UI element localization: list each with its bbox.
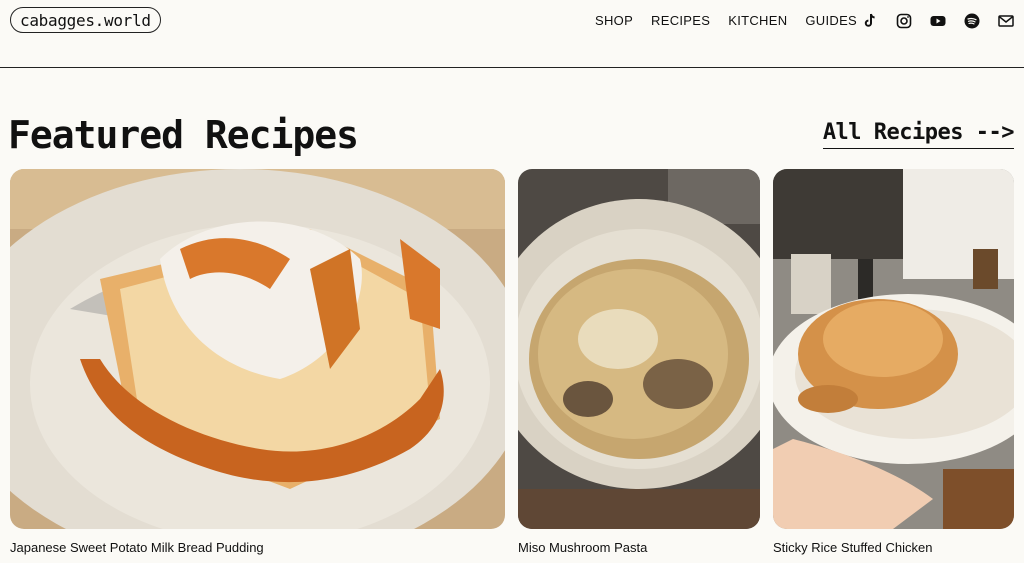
recipe-title[interactable]: Miso Mushroom Pasta bbox=[518, 540, 647, 555]
nav-kitchen[interactable]: KITCHEN bbox=[728, 13, 787, 28]
spotify-icon[interactable] bbox=[962, 12, 982, 30]
recipe-card[interactable]: Miso Mushroom Pasta bbox=[518, 169, 760, 555]
recipe-card[interactable]: Japanese Sweet Potato Milk Bread Pudding bbox=[10, 169, 505, 555]
nav-shop[interactable]: SHOP bbox=[595, 13, 633, 28]
mail-icon[interactable] bbox=[996, 12, 1016, 30]
all-recipes-link[interactable]: All Recipes --> bbox=[822, 118, 1015, 149]
recipe-title[interactable]: Sticky Rice Stuffed Chicken bbox=[773, 540, 932, 555]
nav-guides[interactable]: GUIDES bbox=[805, 13, 857, 28]
recipe-card[interactable]: Sticky Rice Stuffed Chicken bbox=[773, 169, 1014, 555]
top-nav: cabagges.world SHOP RECIPES KITCHEN GUID… bbox=[0, 0, 1024, 68]
nav-recipes[interactable]: RECIPES bbox=[651, 13, 710, 28]
site-logo[interactable]: cabagges.world bbox=[10, 7, 161, 33]
instagram-icon[interactable] bbox=[894, 12, 914, 30]
social-links bbox=[860, 12, 1016, 30]
main-menu: SHOP RECIPES KITCHEN GUIDES bbox=[595, 13, 857, 28]
section-heading: Featured Recipes bbox=[8, 113, 359, 157]
youtube-icon[interactable] bbox=[928, 12, 948, 30]
recipe-image[interactable] bbox=[773, 169, 1014, 529]
recipe-image[interactable] bbox=[10, 169, 505, 529]
recipe-title[interactable]: Japanese Sweet Potato Milk Bread Pudding bbox=[10, 540, 264, 555]
tiktok-icon[interactable] bbox=[860, 12, 880, 30]
recipe-image[interactable] bbox=[518, 169, 760, 529]
